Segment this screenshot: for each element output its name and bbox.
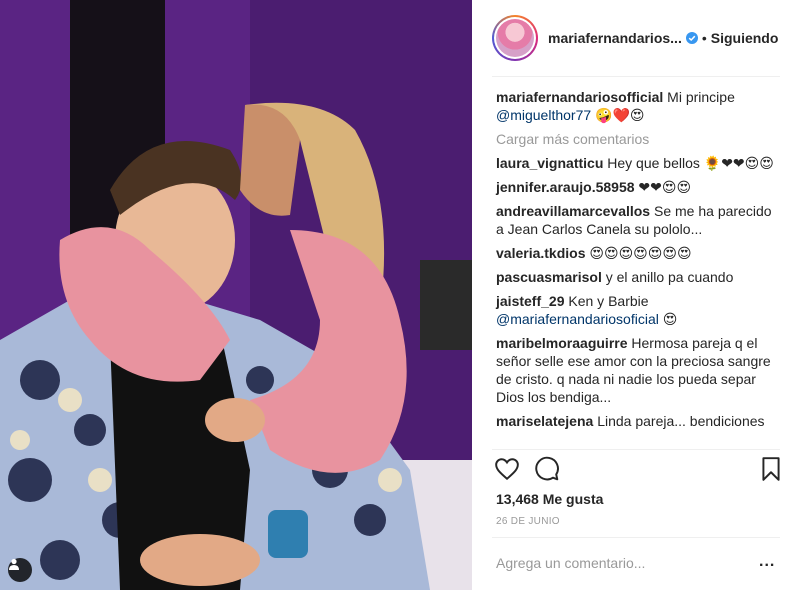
comment-text: Linda pareja... bendiciones (597, 413, 765, 429)
comment-item: pascuasmarisol y el anillo pa cuando (496, 268, 780, 286)
comment-text: Ken y Barbie (568, 293, 649, 309)
bookmark-icon[interactable] (758, 456, 784, 482)
caption-username[interactable]: mariafernandariosofficial (496, 89, 663, 105)
post-header: mariafernandarios... • Siguiendo (472, 0, 800, 76)
avatar-image (496, 19, 534, 57)
likes-count[interactable]: 13,468 Me gusta (496, 491, 603, 507)
comment-item: jaisteff_29 Ken y Barbie @mariafernandar… (496, 292, 780, 328)
comment-text: Hey que bellos 🌻❤❤😍😍 (607, 155, 774, 171)
caption: mariafernandariosofficial Mi principe @m… (496, 88, 780, 124)
more-options-icon[interactable]: ... (759, 553, 775, 571)
add-comment-input[interactable]: Agrega un comentario... (496, 555, 645, 571)
post-photo[interactable] (0, 0, 472, 590)
post-photo-illustration (0, 0, 472, 590)
post-panel: mariafernandarios... • Siguiendo mariafe… (472, 0, 800, 590)
comment-username[interactable]: andreavillamarcevallos (496, 203, 650, 219)
comment-item: andreavillamarcevallos Se me ha parecido… (496, 202, 780, 238)
post-actions (494, 456, 784, 486)
comment-username[interactable]: maribelmoraaguirre (496, 335, 628, 351)
comment-item: laura_vignatticu Hey que bellos 🌻❤❤😍😍 (496, 154, 780, 172)
comment-text: y el anillo pa cuando (605, 269, 734, 285)
verified-badge-icon (685, 32, 698, 44)
comment-username[interactable]: valeria.tkdios (496, 245, 586, 261)
comment-text: 😍😍😍😍😍😍😍 (589, 245, 692, 261)
comment-item: mariselatejena Linda pareja... bendicion… (496, 412, 780, 430)
header-divider (492, 76, 780, 77)
comment-username[interactable]: jennifer.araujo.58958 (496, 179, 635, 195)
comment-divider (492, 537, 780, 538)
comment-list: mariafernandariosofficial Mi principe @m… (496, 88, 780, 436)
caption-mention[interactable]: @miguelthor77 (496, 107, 591, 123)
comment-username[interactable]: laura_vignatticu (496, 155, 603, 171)
caption-emoji: 🤪❤️😍 (595, 107, 645, 123)
heart-icon[interactable] (494, 456, 520, 482)
header-username[interactable]: mariafernandarios... (548, 30, 682, 46)
comment-username[interactable]: pascuasmarisol (496, 269, 602, 285)
caption-text: Mi principe (667, 89, 735, 105)
comment-item: maribelmoraaguirre Hermosa pareja q el s… (496, 334, 780, 406)
load-more-comments-link[interactable]: Cargar más comentarios (496, 130, 780, 148)
person-tag-icon[interactable] (8, 558, 32, 582)
comment-bubble-icon[interactable] (534, 456, 560, 482)
comment-username[interactable]: mariselatejena (496, 413, 593, 429)
avatar[interactable] (492, 15, 538, 61)
comment-username[interactable]: jaisteff_29 (496, 293, 564, 309)
comment-item: valeria.tkdios 😍😍😍😍😍😍😍 (496, 244, 780, 262)
post-date[interactable]: 26 DE JUNIO (496, 516, 560, 527)
actions-divider (492, 449, 780, 450)
comment-emoji: 😍 (662, 311, 678, 327)
following-button[interactable]: Siguiendo (711, 30, 779, 46)
comment-item: jennifer.araujo.58958 ❤❤😍😍 (496, 178, 780, 196)
comment-mention[interactable]: @mariafernandariosoficial (496, 311, 659, 327)
follow-separator: • (701, 30, 707, 46)
comment-text: ❤❤😍😍 (638, 179, 692, 195)
